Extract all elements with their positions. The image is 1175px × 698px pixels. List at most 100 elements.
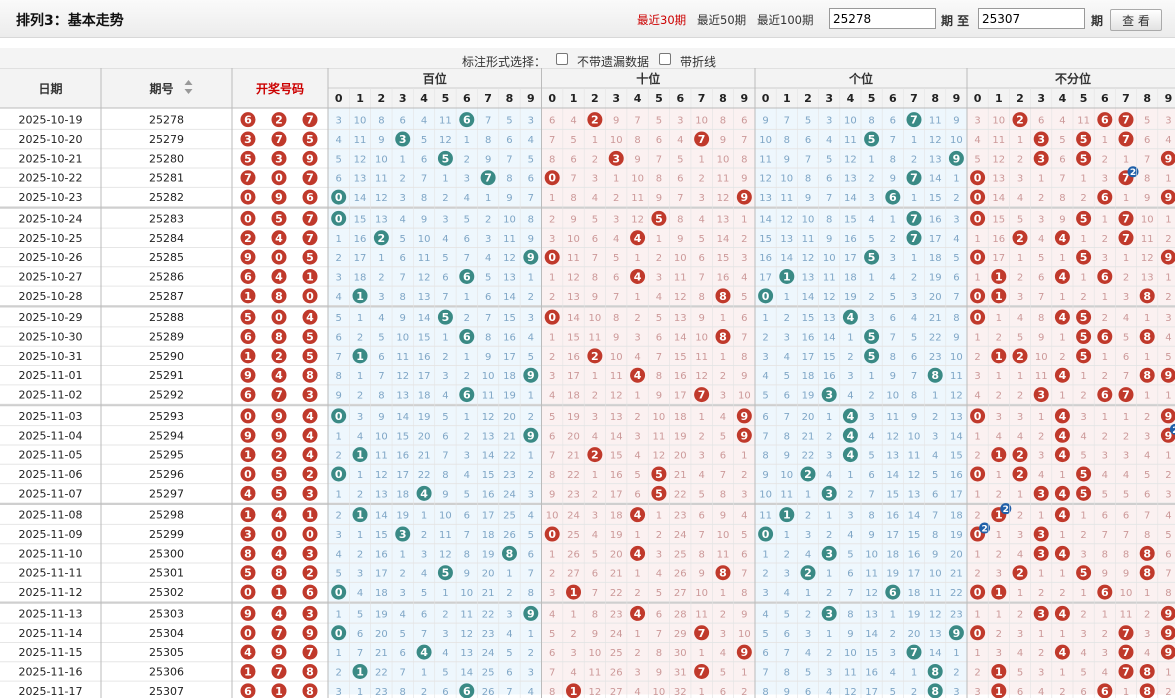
draw-ball-number: 3 [244, 133, 252, 146]
omission-cell: 1 [911, 193, 917, 204]
period-link-30[interactable]: 最近30期 [637, 12, 686, 28]
omission-cell: 8 [570, 193, 576, 204]
omission-cell: 9 [1038, 333, 1044, 344]
omission-cell: 13 [503, 272, 516, 283]
period-link-50[interactable]: 最近50期 [697, 12, 746, 28]
omission-cell: 2 [847, 489, 853, 500]
draw-ball-number: 6 [244, 114, 252, 127]
omission-cell: 6 [1017, 687, 1023, 698]
omission-cell: 21 [375, 648, 388, 659]
omission-cell: 14 [908, 511, 921, 522]
omission-cell: 12 [375, 193, 388, 204]
omission-cell: 7 [805, 154, 811, 165]
omission-cell: 4 [1144, 451, 1150, 462]
omission-cell: 12 [802, 253, 815, 264]
hit-ball-number: 4 [1059, 509, 1067, 522]
omission-cell: 3 [741, 253, 747, 264]
omission-cell: 20 [503, 412, 516, 423]
omission-cell: 1 [911, 667, 917, 678]
omission-cell: 11 [802, 234, 815, 245]
omission-cell: 10 [589, 313, 602, 324]
draw-ball-number: 7 [275, 627, 283, 640]
hit-ball-number: 8 [719, 331, 727, 344]
omission-cell: 6 [911, 352, 917, 363]
omission-cell: 12 [929, 609, 942, 620]
omission-cell: 15 [354, 214, 367, 225]
view-button[interactable]: 查 看 [1110, 9, 1162, 31]
draw-ball-number: 0 [244, 212, 252, 225]
digit-header: 8 [1143, 92, 1151, 105]
omission-cell: 7 [485, 313, 491, 324]
period-link-100[interactable]: 最近100期 [757, 12, 813, 28]
digit-header: 3 [399, 92, 407, 105]
omission-cell: 2 [528, 412, 534, 423]
hit-ball-number: 5 [1080, 331, 1088, 344]
omission-cell: 1 [1165, 272, 1171, 283]
draw-ball-number: 7 [306, 114, 314, 127]
omission-cell: 4 [421, 116, 427, 127]
omission-cell: 1 [762, 313, 768, 324]
omission-cell: 2 [1102, 313, 1108, 324]
omission-cell: 5 [890, 687, 896, 698]
omission-cell: 4 [890, 667, 896, 678]
omission-cell: 17 [674, 391, 687, 402]
omission-cell: 6 [335, 174, 341, 185]
omission-cell: 6 [400, 116, 406, 127]
omission-cell: 3 [1017, 530, 1023, 541]
omission-cell: 10 [589, 648, 602, 659]
omission-cell: 4 [442, 391, 448, 402]
omission-cell: 7 [1123, 530, 1129, 541]
omission-cell: 5 [528, 352, 534, 363]
omission-cell: 9 [1102, 569, 1108, 580]
omission-cell: 6 [784, 391, 790, 402]
hit-ball-number: 3 [399, 133, 407, 146]
omission-cell: 13 [823, 313, 836, 324]
omission-cell: 2 [741, 234, 747, 245]
omission-cell: 17 [908, 569, 921, 580]
omission-cell: 4 [1165, 511, 1171, 522]
hit-ball-number: 9 [740, 410, 748, 423]
polyline-checkbox[interactable] [659, 53, 671, 65]
omission-cell: 3 [1102, 174, 1108, 185]
omission-cell: 3 [357, 412, 363, 423]
omission-cell: 5 [485, 272, 491, 283]
omission-cell: 2 [506, 588, 512, 599]
omission-cell: 5 [847, 549, 853, 560]
omission-cell: 8 [378, 391, 384, 402]
omission-cell: 7 [656, 352, 662, 363]
omission-cell: 16 [482, 489, 495, 500]
from-issue-input[interactable] [829, 8, 936, 29]
omission-cell: 8 [890, 352, 896, 363]
omission-cell: 11 [1077, 116, 1090, 127]
omission-cell: 8 [720, 116, 726, 127]
omission-cell: 2 [826, 588, 832, 599]
omission-cell: 7 [421, 629, 427, 640]
hit-ball-number: 4 [1059, 410, 1067, 423]
repeat-badge-number: 2 [1003, 505, 1009, 515]
no-omission-checkbox[interactable] [556, 53, 568, 65]
omission-cell: 6 [932, 489, 938, 500]
hit-ball-number: 5 [868, 331, 876, 344]
omission-cell: 1 [335, 234, 341, 245]
omission-cell: 8 [378, 116, 384, 127]
omission-cell: 11 [589, 333, 602, 344]
to-issue-input[interactable] [978, 8, 1085, 29]
omission-cell: 3 [805, 629, 811, 640]
hit-ball-number: 5 [1080, 567, 1088, 580]
hit-ball-number: 6 [1101, 389, 1109, 402]
omission-cell: 4 [592, 431, 598, 442]
omission-cell: 1 [1102, 609, 1108, 620]
omission-cell: 10 [418, 234, 431, 245]
omission-cell: 1 [485, 193, 491, 204]
omission-cell: 15 [844, 214, 857, 225]
omission-cell: 29 [674, 629, 687, 640]
omission-cell: 13 [844, 174, 857, 185]
omission-cell: 3 [847, 371, 853, 382]
omission-cell: 9 [335, 391, 341, 402]
omission-cell: 2 [974, 667, 980, 678]
omission-cell: 5 [720, 431, 726, 442]
omission-cell: 5 [741, 530, 747, 541]
omission-cell: 4 [720, 412, 726, 423]
omission-cell: 1 [784, 530, 790, 541]
omission-cell: 4 [784, 588, 790, 599]
